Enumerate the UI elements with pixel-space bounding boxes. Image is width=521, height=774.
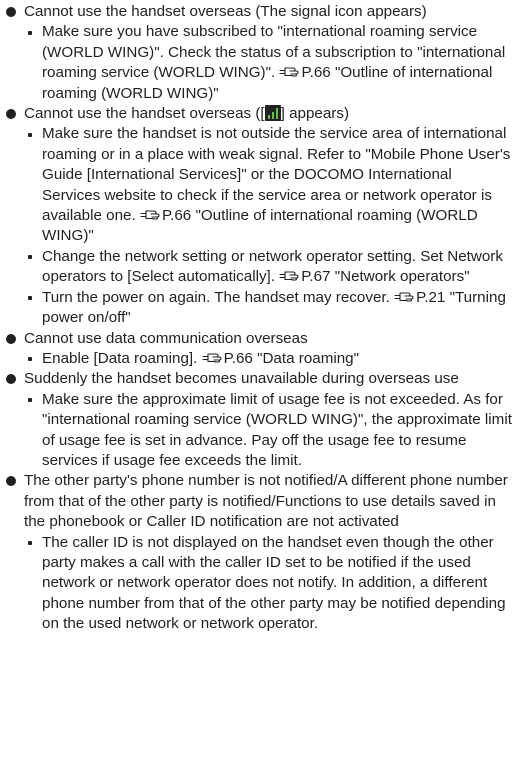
list-item: Cannot use the handset overseas (The sig… [4,2,513,22]
sub-item: The caller ID is not displayed on the ha… [4,533,513,635]
sub-item: Enable [Data roaming]. P.66 "Data roamin… [4,349,513,369]
bullet-icon [6,109,16,120]
sub-bullet-icon [28,398,32,403]
list-item: Suddenly the handset becomes unavailable… [4,369,513,389]
sub-item: Turn the power on again. The handset may… [4,288,513,329]
page-reference-link[interactable]: P.66 "Data roaming" [224,350,359,367]
no-service-signal-icon [264,105,281,122]
item-heading: Cannot use the handset overseas (The sig… [24,3,427,20]
sub-item-text: Enable [Data roaming]. [42,349,202,367]
bullet-icon [6,476,16,487]
item-heading-after: ] appears) [280,105,350,123]
item-heading: The other party's phone number is not no… [24,472,508,531]
sub-item: Make sure you have subscribed to "intern… [4,22,513,104]
item-heading: Cannot use data communication overseas [24,329,308,347]
page-reference-hand-icon [279,64,300,78]
sub-bullet-icon [28,541,32,546]
page-reference-hand-icon [394,289,415,303]
sub-item: Make sure the handset is not outside the… [4,124,513,246]
list-item: The other party's phone number is not no… [4,471,513,532]
sub-item: Change the network setting or network op… [4,247,513,288]
page-reference-hand-icon [202,350,223,364]
page-reference-hand-icon [279,268,300,282]
item-heading-before: Cannot use the handset overseas ([ [24,105,265,123]
sub-item-text: The caller ID is not displayed on the ha… [42,533,506,633]
bullet-icon [6,333,16,344]
troubleshooting-list: Cannot use the handset overseas (The sig… [0,0,521,635]
sub-item-text: Turn the power on again. The handset may… [42,288,395,306]
sub-bullet-icon [28,357,32,362]
bullet-icon [6,374,16,385]
page-reference-link[interactable]: P.67 "Network operators" [301,268,469,285]
list-item: Cannot use the handset overseas ([ ] appe… [4,104,513,124]
item-heading: Suddenly the handset becomes unavailable… [24,370,459,388]
sub-item-text: Make sure the approximate limit of usage… [42,390,512,469]
list-item: Cannot use data communication overseas [4,329,513,349]
page-reference-hand-icon [140,207,161,221]
sub-bullet-icon [28,255,32,260]
sub-item: Make sure the approximate limit of usage… [4,390,513,472]
bullet-icon [6,7,16,17]
sub-bullet-icon [28,132,32,137]
sub-bullet-icon [28,296,32,301]
sub-bullet-icon [28,30,32,35]
